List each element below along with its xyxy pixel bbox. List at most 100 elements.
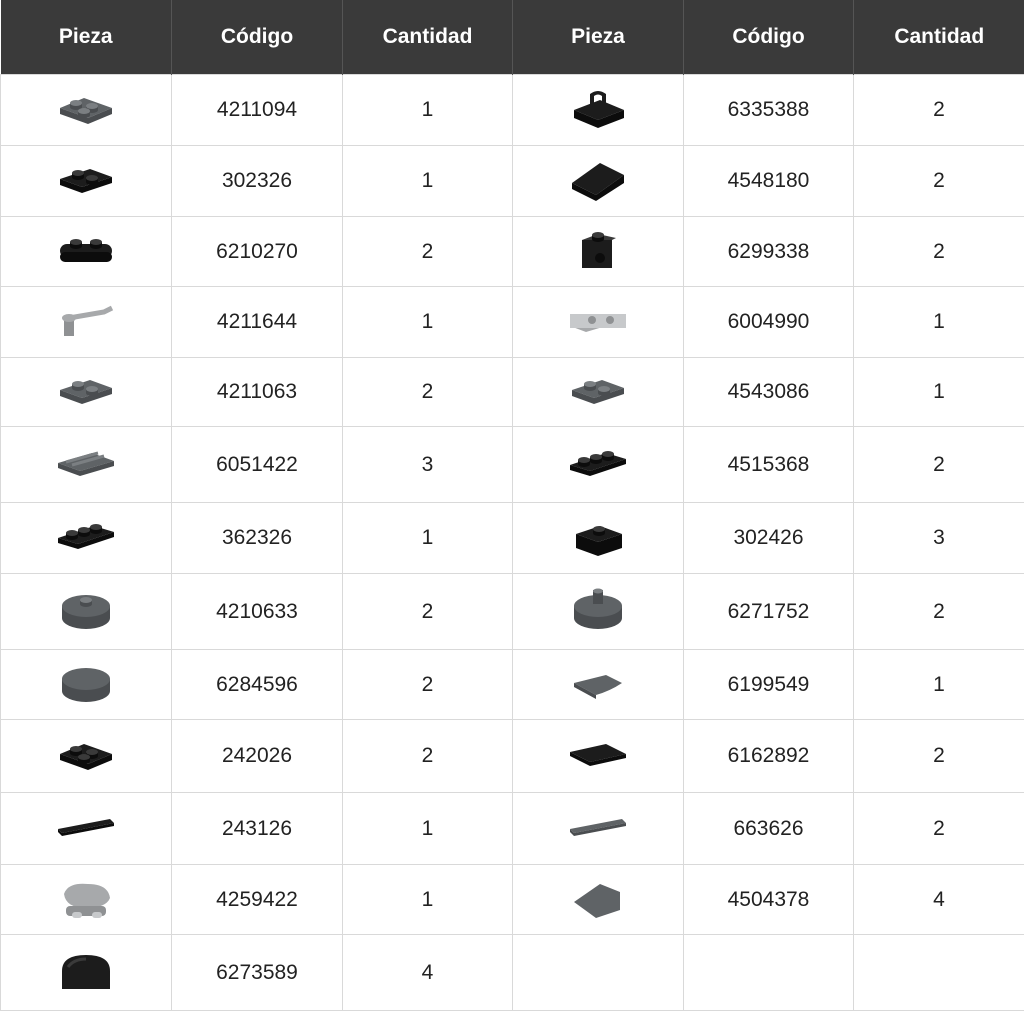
curved-brick-black-icon	[1, 949, 171, 997]
rock-light-gray-icon	[1, 876, 171, 924]
plate-1x2-dark-gray-icon	[1, 368, 171, 416]
table-row: 4211063 2 4543086 1	[0, 357, 1024, 427]
part-code: 6051422	[171, 426, 343, 503]
part-code: 243126	[171, 792, 343, 865]
part-code: 4504378	[683, 864, 854, 935]
part-image-cell	[0, 502, 172, 574]
plate-1x3-black-icon	[1, 514, 171, 562]
part-image-cell	[0, 216, 172, 287]
part-quantity: 2	[342, 357, 513, 427]
tile-1x6-dark-gray-icon	[513, 805, 683, 853]
wedge-tile-dark-gray-icon	[513, 876, 683, 924]
plate-clip-black-icon	[513, 86, 683, 134]
table-row: 302326 1 4548180 2	[0, 145, 1024, 217]
part-code: 4548180	[683, 145, 854, 217]
parts-table: Pieza Código Cantidad Pieza Código Canti…	[0, 0, 1024, 1011]
part-code: 6162892	[683, 719, 854, 793]
quarter-tile-dark-gray-icon	[513, 661, 683, 709]
part-quantity: 3	[853, 502, 1024, 574]
header-cantidad: Cantidad	[342, 0, 513, 75]
part-image-cell	[512, 74, 684, 146]
part-image-cell	[512, 792, 684, 865]
plate-rounded-black-icon	[1, 228, 171, 276]
plate-bar-handles-black-icon	[513, 441, 683, 489]
plate-rail-dark-gray-icon	[513, 368, 683, 416]
part-image-cell	[0, 426, 172, 503]
part-image-cell	[0, 357, 172, 427]
part-quantity: 1	[853, 286, 1024, 358]
part-quantity: 2	[342, 573, 513, 650]
part-code: 4259422	[171, 864, 343, 935]
table-row: 4211644 1 6004990 1	[0, 286, 1024, 358]
part-code: 302326	[171, 145, 343, 217]
plate-1x2-black-icon	[1, 157, 171, 205]
tile-2x3-black-icon	[513, 732, 683, 780]
part-code: 302426	[683, 502, 854, 574]
table-row: 4211094 1 6335388 2	[0, 74, 1024, 146]
plate-2x2-corner-black-icon	[1, 732, 171, 780]
bracket-black-icon	[513, 228, 683, 276]
table-row: 4210633 2 6271752 2	[0, 573, 1024, 650]
part-quantity: 2	[342, 216, 513, 287]
part-image-cell	[512, 216, 684, 287]
part-quantity: 2	[853, 216, 1024, 287]
header-pieza: Pieza	[512, 0, 684, 75]
round-plate-2x2-dark-gray-icon	[1, 588, 171, 636]
tile-1x4-black-icon	[1, 805, 171, 853]
part-quantity: 1	[342, 145, 513, 217]
part-code: 6273589	[171, 934, 343, 1011]
header-codigo: Código	[171, 0, 343, 75]
table-row: 6210270 2 6299338 2	[0, 216, 1024, 287]
part-quantity: 1	[853, 357, 1024, 427]
part-quantity: 2	[853, 426, 1024, 503]
part-code: 4211644	[171, 286, 343, 358]
part-code: 6271752	[683, 573, 854, 650]
header-codigo: Código	[683, 0, 854, 75]
part-quantity: 1	[342, 74, 513, 146]
part-code: 242026	[171, 719, 343, 793]
part-code: 6210270	[171, 216, 343, 287]
part-quantity: 2	[853, 719, 1024, 793]
part-quantity: 1	[342, 502, 513, 574]
part-image-cell	[512, 145, 684, 217]
part-image-cell	[0, 74, 172, 146]
part-image-cell	[0, 934, 172, 1011]
part-quantity: 2	[342, 649, 513, 720]
table-row: 362326 1 302426 3	[0, 502, 1024, 574]
part-image-cell	[512, 934, 684, 1011]
part-code: 6004990	[683, 286, 854, 358]
part-quantity: 1	[342, 286, 513, 358]
part-image-cell	[512, 649, 684, 720]
bar-holder-light-gray-icon	[1, 298, 171, 346]
part-image-cell	[512, 573, 684, 650]
round-tile-pin-dark-gray-icon	[513, 588, 683, 636]
part-image-cell	[0, 719, 172, 793]
part-code: 4543086	[683, 357, 854, 427]
part-image-cell	[512, 286, 684, 358]
slope-black-icon	[513, 157, 683, 205]
part-quantity: 2	[853, 573, 1024, 650]
header-row: Pieza Código Cantidad Pieza Código Canti…	[0, 0, 1024, 75]
plate-2x2-corner-dark-gray-icon	[1, 86, 171, 134]
round-tile-2x2-dark-gray-icon	[1, 661, 171, 709]
table-row: 6273589 4	[0, 934, 1024, 1011]
part-code: 4210633	[171, 573, 343, 650]
part-code	[683, 934, 854, 1011]
part-code: 4211063	[171, 357, 343, 427]
part-quantity: 1	[342, 792, 513, 865]
part-quantity	[853, 934, 1024, 1011]
part-code: 6335388	[683, 74, 854, 146]
part-code: 663626	[683, 792, 854, 865]
part-image-cell	[512, 719, 684, 793]
part-quantity: 4	[342, 934, 513, 1011]
part-quantity: 1	[853, 649, 1024, 720]
part-image-cell	[0, 286, 172, 358]
table-row: 243126 1 663626 2	[0, 792, 1024, 865]
brick-1x1-black-icon	[513, 514, 683, 562]
part-quantity: 3	[342, 426, 513, 503]
table-row: 242026 2 6162892 2	[0, 719, 1024, 793]
table-row: 6051422 3 4515368 2	[0, 426, 1024, 503]
part-image-cell	[512, 357, 684, 427]
part-quantity: 2	[342, 719, 513, 793]
part-image-cell	[0, 864, 172, 935]
